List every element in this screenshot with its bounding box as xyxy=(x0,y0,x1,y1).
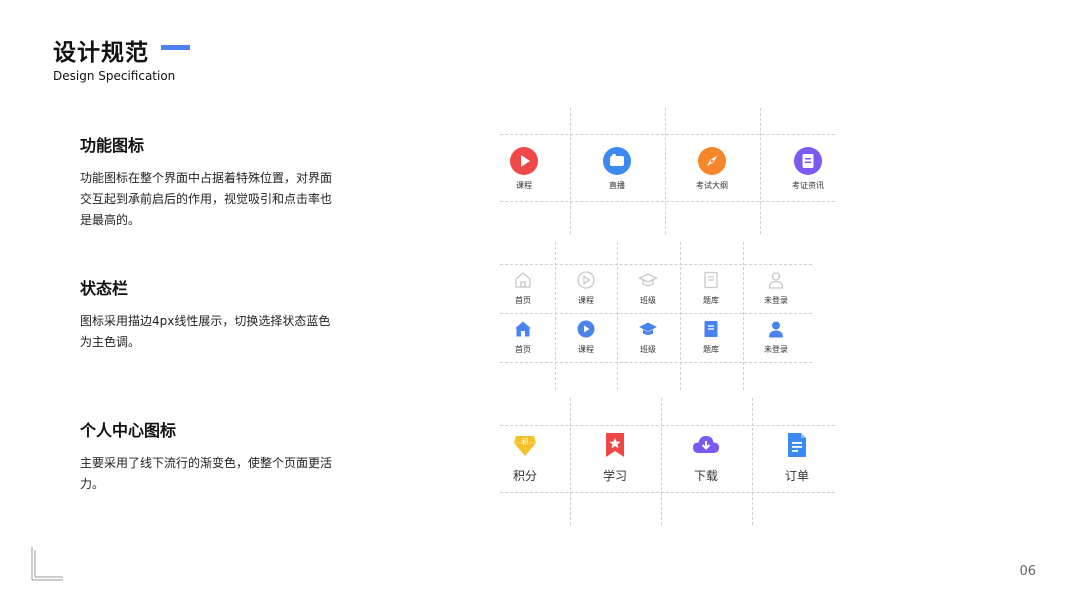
status-item-home-active[interactable]: 首页 xyxy=(507,319,539,355)
document-icon xyxy=(794,147,822,175)
status-item-label: 题库 xyxy=(703,296,719,305)
notebook-icon xyxy=(704,271,718,289)
status-item-label: 课程 xyxy=(578,296,594,305)
home-icon xyxy=(515,272,531,288)
personal-item-label: 下载 xyxy=(693,469,718,483)
status-item-label: 未登录 xyxy=(764,345,788,354)
compass-icon xyxy=(698,147,726,175)
section-desc-function-icons: 功能图标在整个界面中占据着特殊位置，对界面交互起到承前启后的作用，视觉吸引和点击… xyxy=(80,171,333,227)
status-item-label: 未登录 xyxy=(764,296,788,305)
personal-item-label: 订单 xyxy=(784,469,809,483)
function-item-exam-outline[interactable]: 考试大纲 xyxy=(690,147,734,191)
status-item-not-logged-in-active[interactable]: 未登录 xyxy=(760,319,792,355)
function-item-cert-news[interactable]: 考证资讯 xyxy=(786,147,830,191)
function-item-label: 考证资讯 xyxy=(792,181,824,190)
user-icon xyxy=(768,272,784,289)
status-item-question-bank-active[interactable]: 题库 xyxy=(695,319,727,355)
points-badge-text: 积 xyxy=(522,437,529,446)
personal-item-label: 积分 xyxy=(512,469,537,483)
cloud-download-icon xyxy=(693,436,719,453)
section-desc-personal-icons: 主要采用了线下流行的渐变色，使整个页面更活力。 xyxy=(80,456,333,491)
status-item-course[interactable]: 课程 xyxy=(570,270,602,306)
function-item-live[interactable]: 直播 xyxy=(596,147,638,191)
graduation-cap-icon xyxy=(638,273,658,287)
notebook-icon xyxy=(704,321,718,337)
function-item-label: 考试大纲 xyxy=(696,181,728,190)
status-item-label: 首页 xyxy=(515,296,531,305)
play-circle-icon xyxy=(577,320,595,338)
corner-decoration xyxy=(31,547,63,581)
status-item-course-active[interactable]: 课程 xyxy=(570,319,602,355)
title-accent-bar xyxy=(161,45,190,50)
status-item-label: 题库 xyxy=(703,345,719,354)
page-title: 设计规范 xyxy=(53,40,149,66)
play-circle-icon xyxy=(577,271,595,289)
order-list-icon xyxy=(788,433,806,457)
diamond-badge-icon: 积 xyxy=(514,436,536,456)
status-item-not-logged-in[interactable]: 未登录 xyxy=(760,270,792,306)
personal-item-study[interactable]: 学习 xyxy=(595,432,635,484)
personal-item-download[interactable]: 下载 xyxy=(686,432,726,484)
status-item-label: 班级 xyxy=(640,345,656,354)
bookmark-star-icon xyxy=(606,433,624,457)
function-item-course[interactable]: 课程 xyxy=(503,147,545,191)
status-item-label: 首页 xyxy=(515,345,531,354)
personal-item-points[interactable]: 积 积分 xyxy=(505,432,545,484)
graduation-cap-icon xyxy=(639,322,657,335)
home-icon xyxy=(515,321,531,337)
personal-item-orders[interactable]: 订单 xyxy=(777,432,817,484)
status-item-home[interactable]: 首页 xyxy=(507,270,539,306)
status-item-label: 班级 xyxy=(640,296,656,305)
personal-item-label: 学习 xyxy=(602,469,627,483)
user-icon xyxy=(769,321,783,338)
function-item-label: 课程 xyxy=(516,181,532,190)
section-desc-status-bar: 图标采用描边4px线性展示，切换选择状态蓝色为主色调。 xyxy=(80,314,331,349)
page-subtitle: Design Specification xyxy=(53,69,176,83)
live-camera-icon xyxy=(603,147,631,175)
section-title-function-icons: 功能图标 xyxy=(80,136,145,155)
status-item-class[interactable]: 班级 xyxy=(632,270,664,306)
section-title-status-bar: 状态栏 xyxy=(80,279,129,298)
page-number: 06 xyxy=(1019,564,1036,579)
status-item-question-bank[interactable]: 题库 xyxy=(695,270,727,306)
status-item-label: 课程 xyxy=(578,345,594,354)
function-item-label: 直播 xyxy=(609,181,625,190)
status-item-class-active[interactable]: 班级 xyxy=(632,319,664,355)
section-title-personal-icons: 个人中心图标 xyxy=(80,421,177,440)
play-icon xyxy=(510,147,538,175)
